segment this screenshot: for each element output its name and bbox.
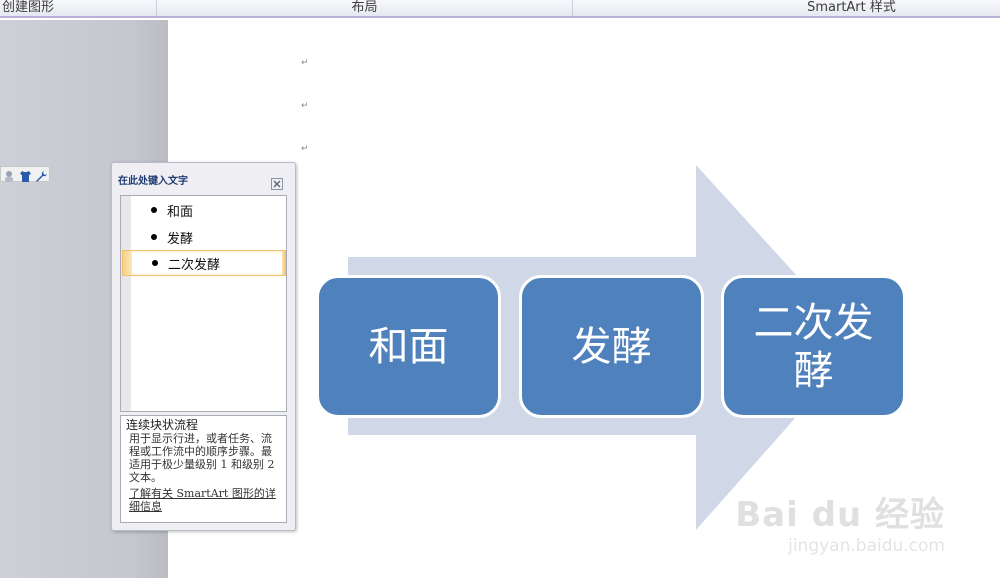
shirt-icon[interactable] (19, 168, 32, 182)
close-icon[interactable] (271, 175, 283, 190)
layout-description: 用于显示行进，或者任务、流程或工作流中的顺序步骤。最适用于极少量级别 1 和级别… (129, 432, 275, 484)
watermark-url: jingyan.baidu.com (788, 536, 945, 556)
bullet-icon (152, 260, 158, 266)
bullet-icon (151, 234, 157, 240)
text-pane-title: 在此处键入文字 (118, 176, 188, 187)
bullet-text: 发酵 (167, 231, 194, 247)
smartart-diagram[interactable]: 和面 发酵 二次发酵 (300, 165, 920, 530)
layout-name: 连续块状流程 (126, 418, 199, 432)
bullet-item[interactable]: 和面 (122, 197, 286, 223)
learn-more-link[interactable]: 了解有关 SmartArt 图形的详细信息 (126, 487, 281, 513)
process-block[interactable]: 发酵 (519, 275, 704, 418)
watermark: Bai du 经验 jingyan.baidu.com (735, 487, 945, 556)
bullet-item[interactable]: 发酵 (122, 224, 286, 250)
smartart-text-pane: 在此处键入文字 和面 发酵 二次发酵 连续块状流程 用于显示行进，或者任务、流程… (111, 162, 296, 531)
bullet-item-selected[interactable]: 二次发酵 (122, 250, 286, 276)
recolor-icon[interactable] (3, 168, 16, 182)
paragraph-mark: ↵ (301, 101, 309, 111)
wrench-icon[interactable] (35, 168, 48, 182)
ribbon-group-smartart-styles: SmartArt 样式 (807, 0, 896, 15)
bullet-list[interactable]: 和面 发酵 二次发酵 (120, 195, 287, 412)
process-block[interactable]: 和面 (316, 275, 501, 418)
bullet-text: 和面 (167, 204, 194, 220)
watermark-logo: Bai du 经验 (735, 495, 945, 535)
paragraph-mark: ↵ (301, 58, 309, 68)
paragraph-mark: ↵ (301, 144, 309, 154)
process-block[interactable]: 二次发酵 (721, 275, 906, 418)
bullet-icon (151, 207, 157, 213)
mini-toolbar (0, 166, 50, 182)
ribbon-group-layout: 布局 (157, 0, 573, 16)
ribbon-group-create-graphic: 创建图形 (0, 0, 157, 16)
bullet-text: 二次发酵 (168, 257, 221, 273)
ribbon-group-labels: 创建图形 布局 SmartArt 样式 (0, 0, 1000, 18)
layout-description-box: 连续块状流程 用于显示行进，或者任务、流程或工作流中的顺序步骤。最适用于极少量级… (120, 415, 287, 523)
